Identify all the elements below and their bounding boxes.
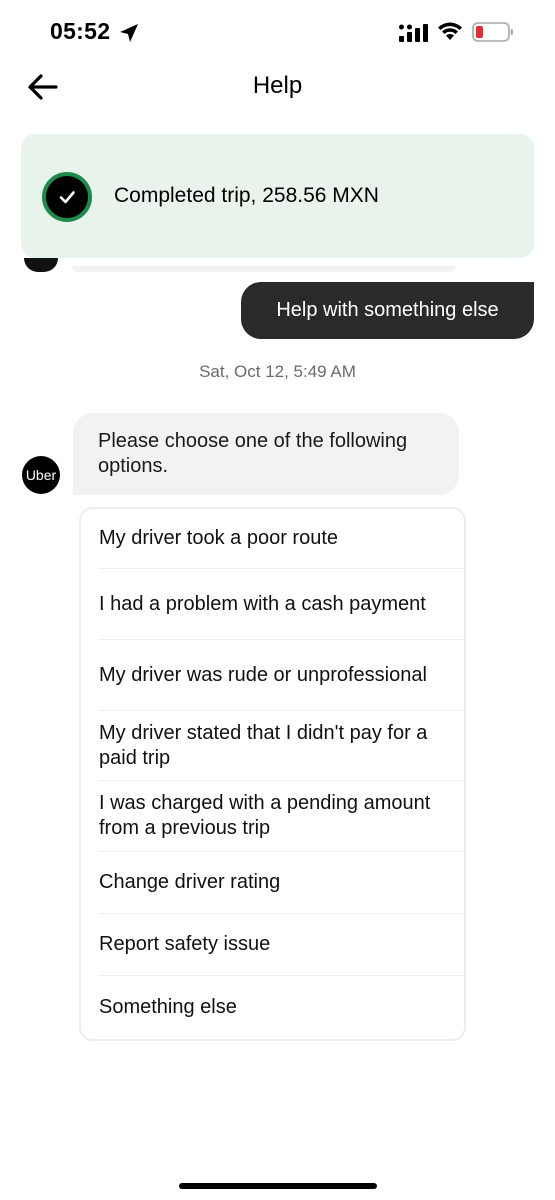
option-pending-amount[interactable]: I was charged with a pending amount from… — [99, 781, 466, 852]
trip-summary-text: Completed trip, 258.56 MXN — [114, 184, 379, 207]
previous-message-bubble — [72, 266, 456, 272]
option-change-rating[interactable]: Change driver rating — [99, 852, 466, 914]
battery-low-icon — [472, 22, 513, 42]
previous-message-avatar — [24, 258, 58, 272]
check-circle-icon — [42, 172, 92, 222]
option-cash-payment[interactable]: I had a problem with a cash payment — [99, 569, 466, 640]
options-list: My driver took a poor route I had a prob… — [79, 507, 466, 1041]
trip-summary-card[interactable]: Completed trip, 258.56 MXN — [21, 134, 534, 258]
location-arrow-icon — [120, 24, 138, 42]
bot-message-bubble: Please choose one of the following optio… — [73, 413, 459, 495]
status-bar: 05:52 — [0, 0, 555, 66]
option-rude-driver[interactable]: My driver was rude or unprofessional — [99, 640, 466, 711]
option-poor-route[interactable]: My driver took a poor route — [99, 509, 466, 569]
status-time: 05:52 — [50, 18, 111, 44]
option-safety-issue[interactable]: Report safety issue — [99, 914, 466, 976]
header: Help — [0, 66, 555, 106]
user-message-bubble: Help with something else — [241, 282, 534, 339]
page-title: Help — [252, 72, 303, 99]
message-timestamp: Sat, Oct 12, 5:49 AM — [199, 362, 356, 381]
option-something-else[interactable]: Something else — [99, 976, 466, 1038]
wifi-icon — [438, 22, 462, 40]
option-didnt-pay-claim[interactable]: My driver stated that I didn't pay for a… — [99, 711, 466, 781]
home-indicator[interactable] — [179, 1183, 377, 1189]
uber-avatar: Uber — [22, 456, 60, 494]
signal-icon — [399, 24, 428, 42]
